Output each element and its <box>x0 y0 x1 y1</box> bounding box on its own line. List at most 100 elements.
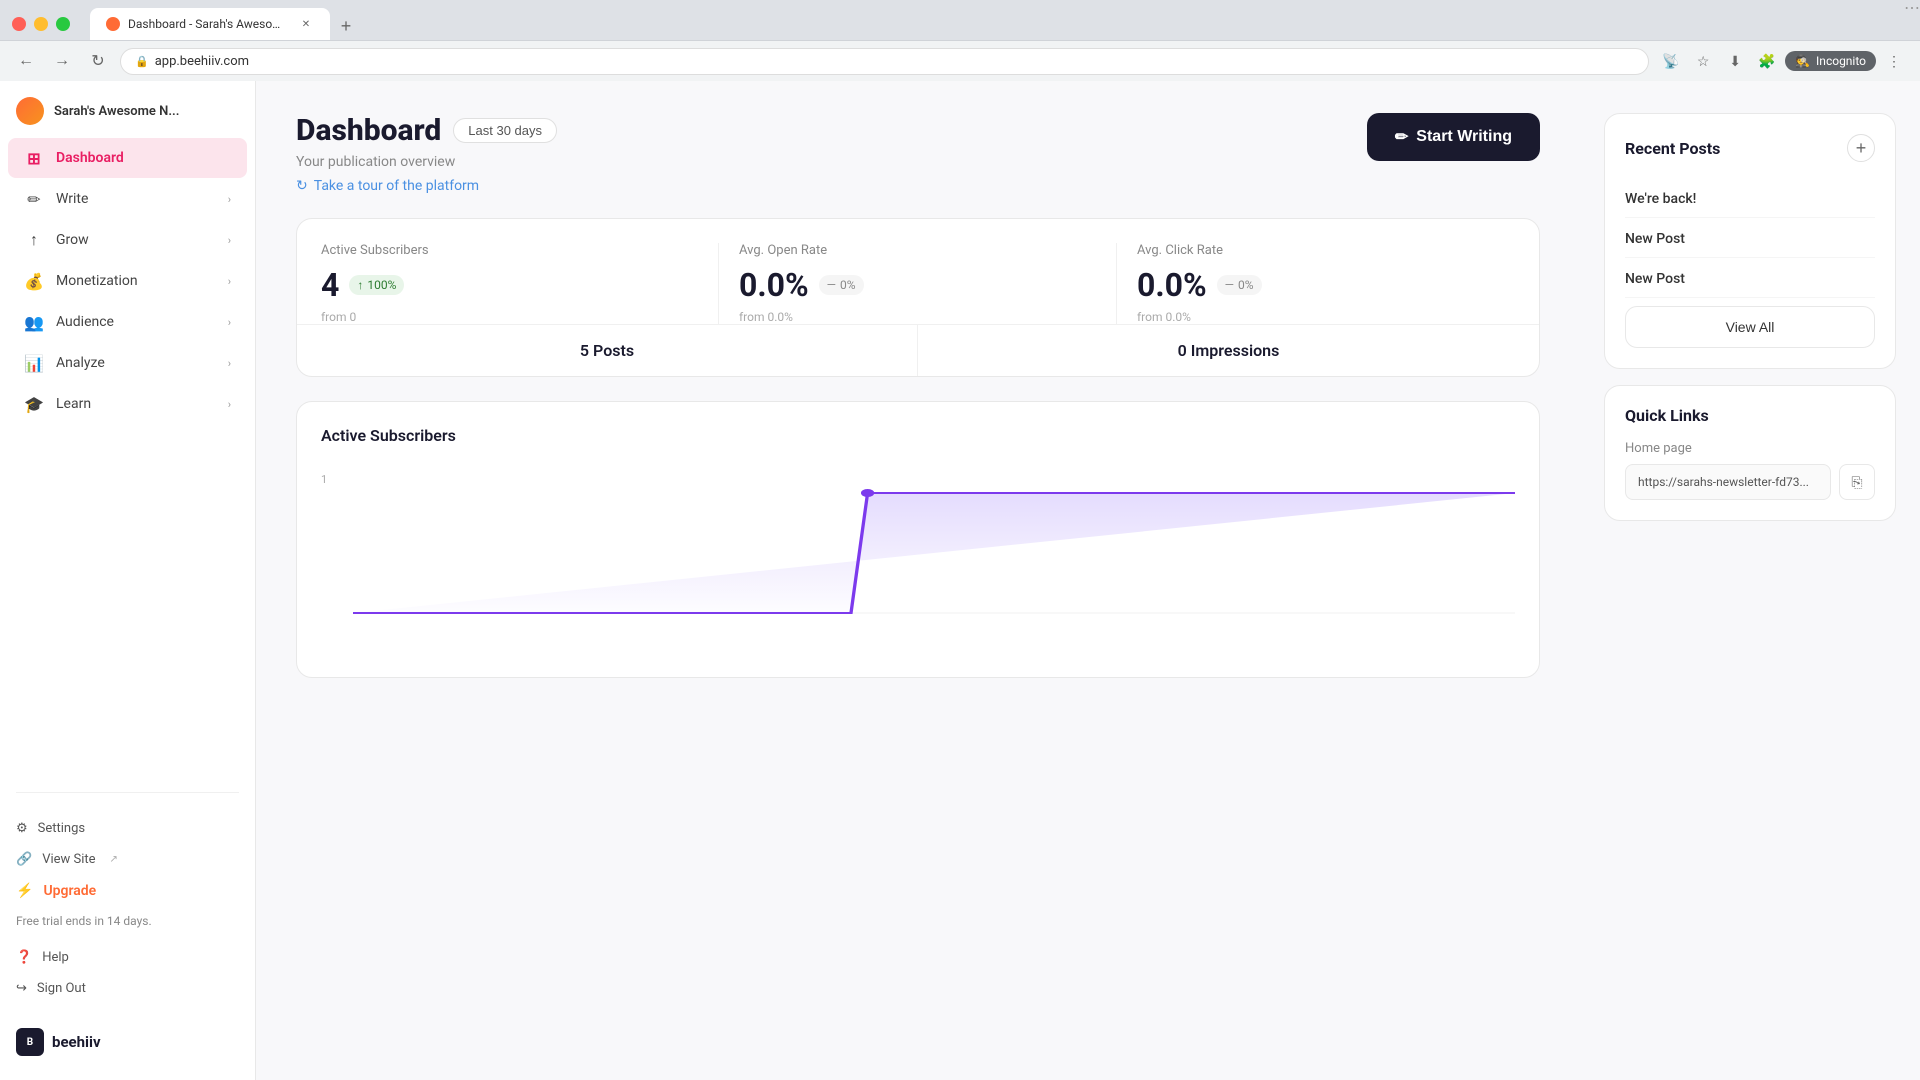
sidebar-label-analyze: Analyze <box>56 355 216 371</box>
sidebar-item-audience[interactable]: 👥 Audience › <box>8 302 247 342</box>
avg-open-rate-badge: — 0% <box>819 275 864 295</box>
download-icon[interactable]: ⬇ <box>1721 47 1749 75</box>
start-writing-label: Start Writing <box>1416 128 1512 146</box>
tab-favicon <box>106 17 120 31</box>
beehiiv-logo-icon: B <box>16 1028 44 1056</box>
home-page-label: Home page <box>1625 441 1875 456</box>
nav-divider <box>16 792 239 793</box>
help-icon: ❓ <box>16 950 32 965</box>
dashboard-title-row: Dashboard Last 30 days <box>296 113 557 148</box>
sidebar-item-settings[interactable]: ⚙ Settings <box>16 813 239 844</box>
minimize-window-btn[interactable] <box>34 17 48 31</box>
sidebar-item-help[interactable]: ❓ Help <box>16 942 239 973</box>
post-title-1: We're back! <box>1625 191 1696 207</box>
copy-icon: ⎘ <box>1851 474 1862 491</box>
reload-btn[interactable]: ↻ <box>84 47 112 75</box>
stat-active-subscribers: Active Subscribers 4 ↑ 100% from 0 <box>321 243 719 324</box>
sidebar-item-dashboard[interactable]: ⊞ Dashboard <box>8 138 247 178</box>
menu-icon[interactable]: ⋮ <box>1880 47 1908 75</box>
active-subscribers-from: from 0 <box>321 310 698 324</box>
home-page-url-display: https://sarahs-newsletter-fd73... <box>1625 464 1831 500</box>
add-post-btn[interactable]: + <box>1847 134 1875 162</box>
address-bar[interactable]: 🔒 app.beehiiv.com <box>120 48 1649 75</box>
active-subscribers-badge: ↑ 100% <box>349 275 404 295</box>
sidebar-nav: ⊞ Dashboard ✏ Write › ↑ Grow › 💰 Monetiz… <box>0 133 255 784</box>
monetization-icon: 💰 <box>24 271 44 291</box>
bookmark-icon[interactable]: ☆ <box>1689 47 1717 75</box>
recent-posts-header: Recent Posts + <box>1625 134 1875 162</box>
sidebar-item-view-site[interactable]: 🔗 View Site ↗ <box>16 844 239 875</box>
active-tab[interactable]: Dashboard - Sarah's Awesome N... ✕ <box>90 8 330 40</box>
chart-title: Active Subscribers <box>321 426 456 445</box>
page-title: Dashboard <box>296 113 441 148</box>
impressions-count: 0 Impressions <box>1178 341 1280 360</box>
post-item-2[interactable]: New Post <box>1625 218 1875 258</box>
incognito-badge[interactable]: 🕵 Incognito <box>1785 51 1876 71</box>
sidebar-item-write[interactable]: ✏ Write › <box>8 179 247 219</box>
start-writing-button[interactable]: ✏ Start Writing <box>1367 113 1540 161</box>
quick-links-title: Quick Links <box>1625 406 1875 425</box>
chart-area: 1 <box>321 473 1515 653</box>
copy-url-btn[interactable]: ⎘ <box>1839 464 1875 500</box>
analyze-icon: 📊 <box>24 353 44 373</box>
external-icon: ↗ <box>110 854 118 865</box>
sidebar-item-grow[interactable]: ↑ Grow › <box>8 220 247 260</box>
right-panel: Recent Posts + We're back! New Post New … <box>1580 81 1920 1080</box>
sidebar-label-dashboard: Dashboard <box>56 150 231 166</box>
active-subscribers-value: 4 <box>321 266 339 304</box>
chart-y-label: 1 <box>321 473 327 486</box>
view-all-posts-btn[interactable]: View All <box>1625 306 1875 348</box>
cast-icon[interactable]: 📡 <box>1657 47 1685 75</box>
chevron-down-icon-learn: › <box>228 398 231 411</box>
sidebar-item-upgrade[interactable]: ⚡ Upgrade <box>16 875 239 907</box>
stats-wrapper: Active Subscribers 4 ↑ 100% from 0 Avg. … <box>296 218 1540 377</box>
chevron-down-icon-analyze: › <box>228 357 231 370</box>
tab-bar: Dashboard - Sarah's Awesome N... ✕ + <box>78 8 372 40</box>
publication-avatar <box>16 97 44 125</box>
sidebar: Sarah's Awesome N... ⊞ Dashboard ✏ Write… <box>0 81 256 1080</box>
incognito-label: Incognito <box>1816 54 1866 68</box>
close-window-btn[interactable] <box>12 17 26 31</box>
avg-open-rate-label: Avg. Open Rate <box>739 243 1096 258</box>
minus-icon-open: — <box>827 278 836 292</box>
publication-name: Sarah's Awesome N... <box>54 104 179 119</box>
address-text: app.beehiiv.com <box>155 54 1634 69</box>
sidebar-item-learn[interactable]: 🎓 Learn › <box>8 384 247 424</box>
stats-top: Active Subscribers 4 ↑ 100% from 0 Avg. … <box>297 219 1539 324</box>
beehiiv-brand: B beehiiv <box>16 1020 239 1064</box>
recent-posts-title: Recent Posts <box>1625 139 1720 158</box>
recent-posts-card: Recent Posts + We're back! New Post New … <box>1604 113 1896 369</box>
sidebar-item-analyze[interactable]: 📊 Analyze › <box>8 343 247 383</box>
new-tab-btn[interactable]: + <box>332 12 360 40</box>
extensions-icon[interactable]: 🧩 <box>1753 47 1781 75</box>
lock-icon: 🔒 <box>135 55 149 68</box>
tab-close-btn[interactable]: ✕ <box>298 16 314 32</box>
avg-open-rate-value-row: 0.0% — 0% <box>739 266 1096 304</box>
sidebar-label-audience: Audience <box>56 314 216 330</box>
sidebar-header: Sarah's Awesome N... <box>0 81 255 133</box>
maximize-window-btn[interactable] <box>56 17 70 31</box>
chevron-down-icon-audience: › <box>228 316 231 329</box>
forward-btn[interactable]: → <box>48 47 76 75</box>
dashboard-icon: ⊞ <box>24 148 44 168</box>
active-subscribers-label: Active Subscribers <box>321 243 698 258</box>
sidebar-item-sign-out[interactable]: ↪ Sign Out <box>16 973 239 1004</box>
chevron-down-icon: › <box>228 193 231 206</box>
tour-link[interactable]: ↻ Take a tour of the platform <box>296 178 557 194</box>
avg-click-rate-badge: — 0% <box>1217 275 1262 295</box>
sidebar-item-monetization[interactable]: 💰 Monetization › <box>8 261 247 301</box>
post-item-1[interactable]: We're back! <box>1625 178 1875 218</box>
edit-icon: ✏ <box>1395 127 1408 147</box>
dashboard-title-area: Dashboard Last 30 days Your publication … <box>296 113 557 194</box>
main-content: Dashboard Last 30 days Your publication … <box>256 81 1580 1080</box>
post-item-3[interactable]: New Post <box>1625 258 1875 298</box>
period-selector[interactable]: Last 30 days <box>453 118 557 143</box>
stat-avg-open-rate: Avg. Open Rate 0.0% — 0% from 0.0% <box>719 243 1117 324</box>
app-container: Sarah's Awesome N... ⊞ Dashboard ✏ Write… <box>0 81 1920 1080</box>
stats-grid: Active Subscribers 4 ↑ 100% from 0 Avg. … <box>321 243 1515 324</box>
back-btn[interactable]: ← <box>12 47 40 75</box>
chevron-down-icon-grow: › <box>228 234 231 247</box>
post-title-3: New Post <box>1625 271 1685 287</box>
sidebar-bottom: ⚙ Settings 🔗 View Site ↗ ⚡ Upgrade Free … <box>0 801 255 1080</box>
avg-click-rate-value: 0.0% <box>1137 266 1207 304</box>
